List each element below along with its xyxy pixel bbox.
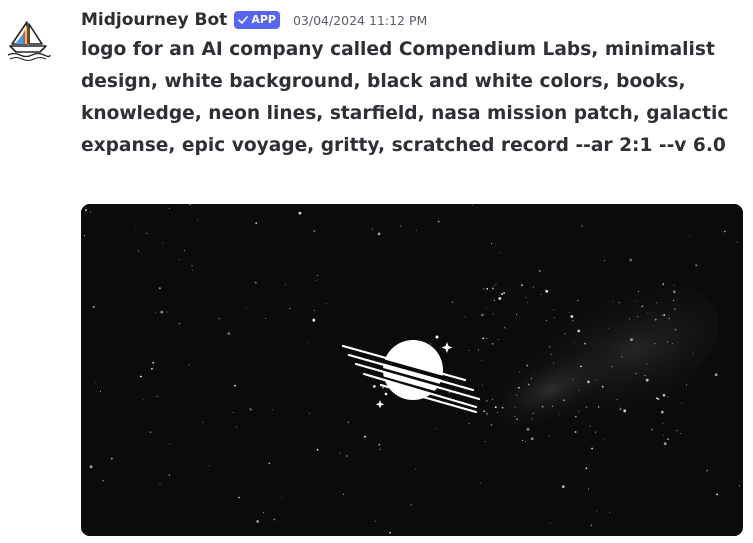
avatar[interactable] <box>4 14 52 62</box>
badge-label: APP <box>251 13 276 26</box>
message: Midjourney Bot APP 03/04/2024 11:12 PM l… <box>81 0 753 162</box>
timestamp[interactable]: 03/04/2024 11:12 PM <box>293 13 427 28</box>
checkmark-icon <box>238 16 249 24</box>
sailboat-icon <box>7 21 51 62</box>
attachment-image[interactable] <box>81 204 743 536</box>
author-name[interactable]: Midjourney Bot <box>81 10 227 30</box>
app-badge: APP <box>234 11 280 29</box>
message-content: logo for an AI company called Compendium… <box>81 39 729 156</box>
message-header: Midjourney Bot APP 03/04/2024 11:12 PM <box>81 2 753 38</box>
generated-image <box>81 204 743 536</box>
